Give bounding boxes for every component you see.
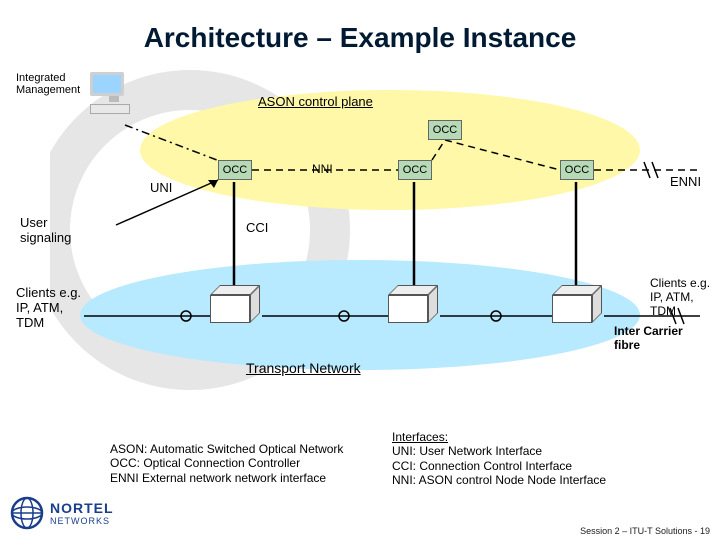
interfaces-line-1: UNI: User Network Interface xyxy=(392,444,606,458)
occ-top: OCC xyxy=(428,120,462,140)
occ-2: OCC xyxy=(398,160,432,180)
label-clients-left: Clients e.g. IP, ATM, TDM xyxy=(16,285,82,330)
page-title: Architecture – Example Instance xyxy=(0,0,720,54)
diagram: OCC OCC OCC OCC ASON control plane NNI E… xyxy=(0,70,720,390)
interfaces-block: Interfaces: UNI: User Network Interface … xyxy=(392,430,606,488)
label-user-signaling: User signaling xyxy=(20,215,84,245)
legend-line-1: ASON: Automatic Switched Optical Network xyxy=(110,442,343,456)
interfaces-title: Interfaces: xyxy=(392,430,606,444)
legend-line-2: OCC: Optical Connection Controller xyxy=(110,456,343,470)
occ-3: OCC xyxy=(560,160,594,180)
brand-sub: NETWORKS xyxy=(50,516,114,526)
brand-name: NORTEL xyxy=(50,500,114,516)
globe-icon xyxy=(10,496,44,530)
label-clients-right: Clients e.g. IP, ATM, TDM xyxy=(650,276,716,318)
label-transport: Transport Network xyxy=(246,360,361,376)
label-cci: CCI xyxy=(246,220,268,235)
footer-text: Session 2 – ITU-T Solutions - 19 xyxy=(580,526,710,536)
label-ason-plane: ASON control plane xyxy=(258,94,373,109)
switch-1 xyxy=(210,285,262,323)
switch-3 xyxy=(552,285,604,323)
label-inter-carrier: Inter Carrier fibre xyxy=(614,324,708,352)
switch-2 xyxy=(388,285,440,323)
legend-block: ASON: Automatic Switched Optical Network… xyxy=(110,442,343,485)
label-uni: UNI xyxy=(150,180,172,195)
brand-logo: NORTEL NETWORKS xyxy=(10,496,114,530)
label-nni: NNI xyxy=(312,162,333,176)
legend-line-3: ENNI External network network interface xyxy=(110,471,343,485)
occ-1: OCC xyxy=(218,160,252,180)
label-enni: ENNI xyxy=(670,174,701,189)
interfaces-line-3: NNI: ASON control Node Node Interface xyxy=(392,473,606,487)
mgmt-link xyxy=(0,70,720,390)
interfaces-line-2: CCI: Connection Control Interface xyxy=(392,459,606,473)
